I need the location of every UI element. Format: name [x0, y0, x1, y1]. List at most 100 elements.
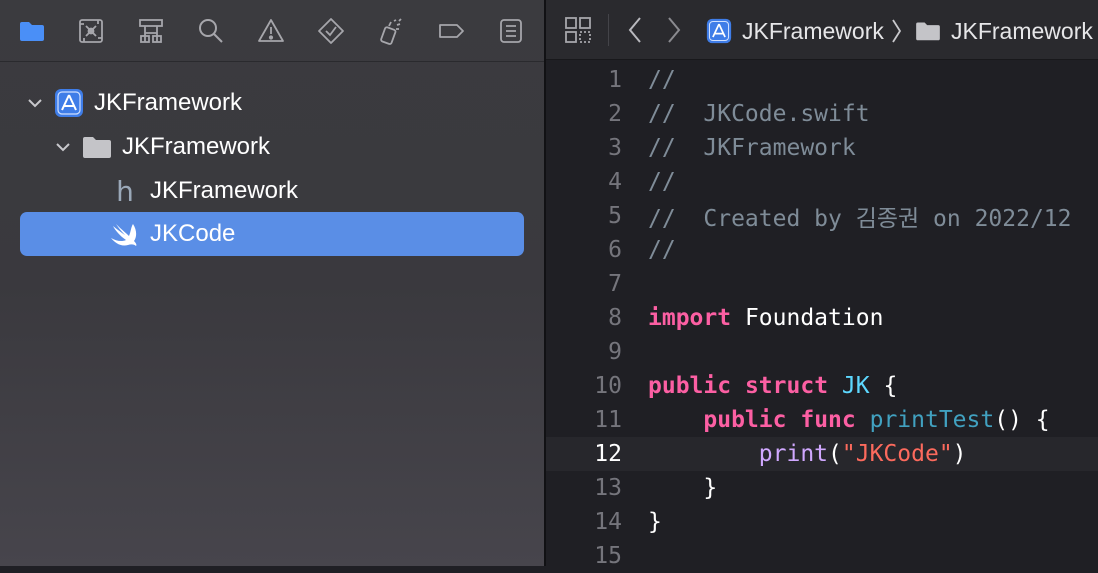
folder-icon [20, 22, 44, 41]
code-text: } [648, 509, 662, 535]
tree-item-header-file[interactable]: h JKFramework [108, 169, 298, 213]
code-token-comment: // [648, 237, 676, 263]
symbol-hierarchy-icon [139, 19, 163, 43]
code-line[interactable]: 8 import Foundation [546, 301, 1098, 335]
code-token-plain: } [648, 509, 662, 535]
breadcrumb-project[interactable]: JKFramework [705, 14, 902, 48]
source-control-icon [79, 19, 103, 43]
tree-item-group-folder[interactable]: JKFramework [52, 125, 270, 169]
tree-item-swift-file-selected[interactable]: JKCode [20, 212, 524, 256]
navigator-toolbar [0, 0, 544, 62]
symbol-navigator-tab[interactable] [133, 13, 169, 49]
line-number: 3 [608, 135, 622, 161]
issue-navigator-tab[interactable] [253, 13, 289, 49]
code-token-plain: { [869, 373, 898, 399]
tree-item-label: JKFramework [94, 89, 243, 116]
code-text: public func printTest() { [648, 407, 1049, 433]
line-number: 5 [608, 203, 622, 229]
line-number: 6 [608, 237, 622, 263]
line-number: 11 [594, 407, 622, 433]
code-token-string: "JKCode" [841, 441, 953, 467]
chevron-right-icon [892, 19, 901, 43]
code-line[interactable]: 1 // [546, 63, 1098, 97]
line-number: 15 [594, 543, 622, 569]
breadcrumb-group[interactable]: JKFramework [914, 14, 1093, 48]
code-token-comment: // [648, 169, 676, 195]
editor-jump-bar: JKFramework JKFramework [546, 0, 1098, 60]
related-items-button[interactable] [560, 12, 596, 48]
line-number: 2 [608, 101, 622, 127]
line-number: 1 [608, 67, 622, 93]
code-text: } [648, 475, 717, 501]
code-token-keyword: import [648, 305, 732, 331]
tree-item-project[interactable]: JKFramework [24, 81, 242, 125]
code-text: // [648, 169, 676, 195]
code-text: // JKFramework [648, 135, 856, 161]
breakpoint-navigator-tab[interactable] [433, 13, 469, 49]
code-token-plain: } [648, 475, 718, 501]
code-token-type: JK [841, 373, 870, 399]
code-line[interactable]: 14} [546, 505, 1098, 539]
code-token-comment: // JKFramework [648, 135, 856, 161]
code-area[interactable]: 1 // 2 // JKCode.swift 3 // JKFramework 4 // 5 //… [546, 62, 1098, 569]
back-button[interactable] [620, 12, 650, 48]
code-token-funcdecl: printTest [869, 407, 995, 433]
report-navigator-tab[interactable] [493, 13, 529, 49]
test-navigator-tab[interactable] [313, 13, 349, 49]
code-token-keyword: public [703, 407, 787, 433]
folder-icon [914, 17, 942, 45]
code-text: // Created by 김종권 on 2022/12 [648, 199, 1072, 233]
project-navigator: JKFramework JKFramework h JKFramework JK… [0, 0, 544, 566]
line-number: 13 [594, 475, 622, 501]
code-line[interactable]: 4 // [546, 165, 1098, 199]
source-editor: JKFramework JKFramework 1 // 2 // JKCode.sw… [546, 0, 1098, 569]
breakpoint-icon [439, 24, 464, 38]
code-token-comment: // JKCode.swift [648, 101, 870, 127]
code-text: // [648, 67, 676, 93]
line-number: 14 [594, 509, 622, 535]
code-line[interactable]: 2 // JKCode.swift [546, 97, 1098, 131]
chevron-down-icon[interactable] [52, 136, 74, 158]
test-diamond-icon [318, 18, 344, 44]
code-line[interactable]: 15 [546, 539, 1098, 573]
code-line-current[interactable]: 12 print("JKCode") [546, 437, 1098, 471]
line-number: 7 [608, 271, 622, 297]
find-navigator-tab[interactable] [193, 13, 229, 49]
code-line[interactable]: 6 // [546, 233, 1098, 267]
code-line[interactable]: 7 [546, 267, 1098, 301]
code-line[interactable]: 11 public func printTest() { [546, 403, 1098, 437]
folder-icon [80, 130, 114, 164]
debug-navigator-tab[interactable] [373, 13, 409, 49]
chevron-left-icon [628, 17, 641, 43]
swift-icon [108, 217, 142, 251]
code-text: import Foundation [648, 305, 883, 331]
code-text: public struct JK { [648, 373, 897, 399]
code-token-plain: Foundation [731, 305, 884, 331]
code-line[interactable]: 13 } [546, 471, 1098, 505]
code-token-comment: // [648, 67, 676, 93]
chevron-down-icon[interactable] [24, 92, 46, 114]
xcode-project-icon [52, 86, 86, 120]
code-line[interactable]: 10 public struct JK { [546, 369, 1098, 403]
search-icon [199, 19, 223, 43]
warning-icon [258, 19, 284, 42]
code-text: print("JKCode") [648, 441, 967, 467]
source-control-navigator-tab[interactable] [73, 13, 109, 49]
project-navigator-tab[interactable] [14, 13, 50, 49]
header-file-icon: h [116, 174, 134, 208]
code-line[interactable]: 5 // Created by 김종권 on 2022/12 [546, 199, 1098, 233]
code-token-keyword: public [648, 373, 732, 399]
chevron-right-icon [668, 17, 681, 43]
code-line[interactable]: 3 // JKFramework [546, 131, 1098, 165]
report-list-icon [500, 19, 522, 43]
line-number: 12 [594, 441, 622, 467]
forward-button[interactable] [659, 12, 689, 48]
code-token-keyword: struct [744, 373, 829, 399]
code-text: // [648, 237, 676, 263]
code-line[interactable]: 9 [546, 335, 1098, 369]
